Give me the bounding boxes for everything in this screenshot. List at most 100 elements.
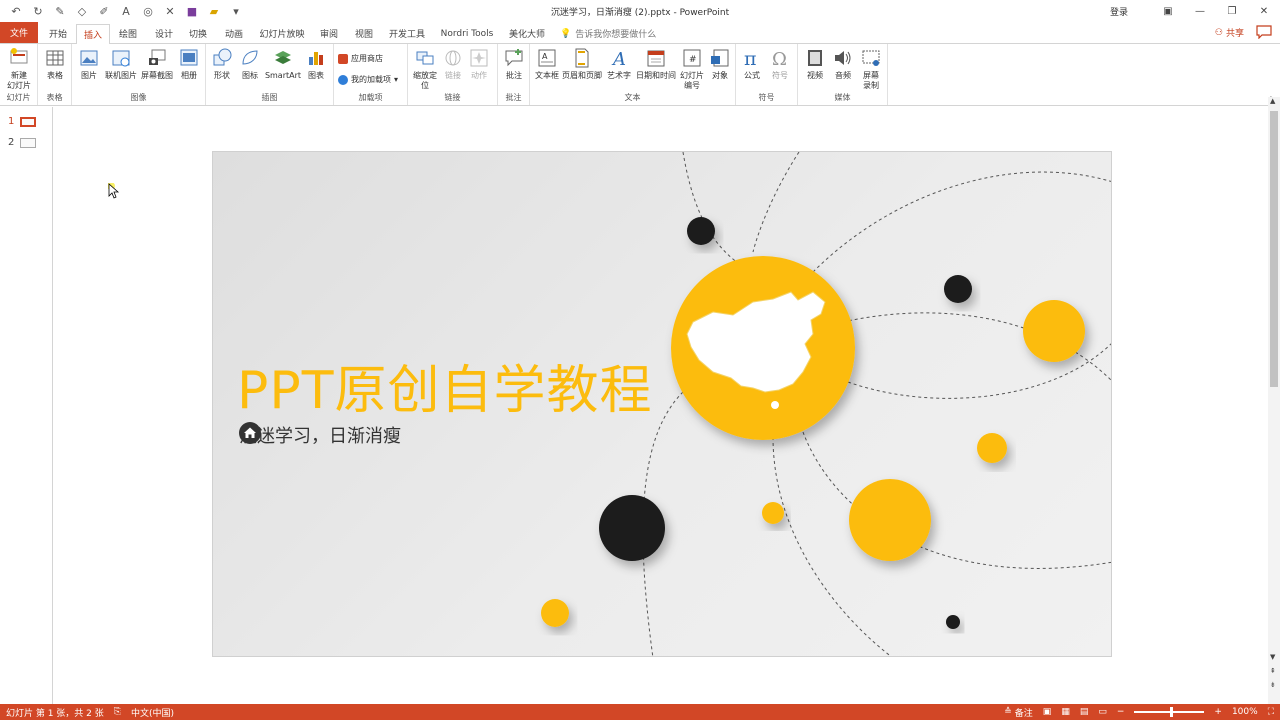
shape-effects-icon[interactable]: ◎ — [140, 3, 156, 19]
decor-circle — [944, 275, 972, 303]
tab-slideshow[interactable]: 幻灯片放映 — [258, 24, 306, 43]
decor-circle — [541, 599, 569, 627]
header-footer-button[interactable]: 页眉和页脚 — [560, 47, 604, 81]
new-slide-button[interactable]: 新建 幻灯片 — [3, 47, 35, 91]
slide-subtitle[interactable]: 沉迷学习，日渐消瘦 — [239, 422, 401, 448]
notes-button[interactable]: ≙ 备注 — [1004, 706, 1033, 719]
customize-qat-icon[interactable]: ▾ — [228, 3, 244, 19]
wordart-icon: A — [611, 49, 626, 69]
scroll-down-icon[interactable]: ▼ — [1270, 653, 1275, 661]
tab-file[interactable]: 文件 — [0, 22, 38, 43]
tab-view[interactable]: 视图 — [350, 24, 378, 43]
comment-label: 批注 — [506, 71, 522, 80]
tab-home[interactable]: 开始 — [44, 24, 72, 43]
smartart-icon — [275, 51, 291, 64]
tab-design[interactable]: 设计 — [150, 24, 178, 43]
tab-animations[interactable]: 动画 — [220, 24, 248, 43]
decor-circle — [849, 479, 931, 561]
smartart-button[interactable]: SmartArt — [264, 47, 302, 81]
normal-view-icon[interactable]: ▣ — [1043, 707, 1052, 717]
previous-slide-icon[interactable]: ⇞ — [1270, 667, 1276, 675]
icons-button[interactable]: 图标 — [238, 47, 262, 81]
tab-insert[interactable]: 插入 — [76, 24, 110, 44]
table-button[interactable]: 表格 — [44, 47, 66, 81]
wordart-button[interactable]: A 艺术字 — [606, 47, 632, 81]
zoom-out-icon[interactable]: − — [1117, 707, 1125, 717]
current-slide[interactable]: PPT原创自学教程 沉迷学习，日渐消瘦 — [212, 151, 1112, 657]
vertical-scrollbar[interactable]: ▲ ▼ ⇞ ⇟ — [1268, 97, 1280, 705]
scrollbar-thumb[interactable] — [1270, 111, 1278, 387]
zoom-in-icon[interactable]: + — [1214, 707, 1222, 717]
undo-icon[interactable]: ↶ — [8, 3, 24, 19]
window-controls: 登录 ▣ — ❐ ✕ — [1110, 0, 1280, 22]
comments-icon[interactable] — [1256, 25, 1272, 39]
screen-recording-label: 屏幕 录制 — [863, 71, 879, 90]
scroll-up-icon[interactable]: ▲ — [1270, 97, 1275, 105]
zoom-level[interactable]: 100% — [1232, 707, 1258, 717]
group-label-links: 链接 — [444, 93, 461, 102]
tab-nordri-tools[interactable]: Nordri Tools — [438, 24, 496, 43]
format-painter-icon[interactable]: ✎ — [52, 3, 68, 19]
close-icon[interactable]: ✕ — [1248, 0, 1280, 22]
slide-thumbnail-2[interactable]: 2 — [8, 137, 36, 148]
share-button[interactable]: ⚇ 共享 — [1215, 26, 1244, 40]
equation-button[interactable]: π 公式 — [740, 47, 764, 81]
font-color-icon[interactable]: A — [118, 3, 134, 19]
slideshow-view-icon[interactable]: ▭ — [1098, 707, 1107, 717]
zoom-button[interactable]: 缩放定 位 — [410, 47, 440, 91]
minimize-icon[interactable]: — — [1184, 0, 1216, 22]
redo-icon[interactable]: ↻ — [30, 3, 46, 19]
video-button[interactable]: 视频 — [802, 47, 828, 81]
link-button[interactable]: 链接 — [442, 47, 464, 81]
store-button[interactable]: 应用商店 — [338, 53, 383, 64]
tab-beautify[interactable]: 美化大师 — [506, 24, 548, 43]
chart-button[interactable]: 图表 — [304, 47, 328, 81]
my-addins-button[interactable]: 我的加载项 ▾ — [338, 74, 398, 85]
cut-icon[interactable]: ✕ — [162, 3, 178, 19]
svg-text:#: # — [689, 55, 697, 65]
next-slide-icon[interactable]: ⇟ — [1270, 681, 1276, 689]
zoom-slider[interactable] — [1134, 707, 1205, 717]
album-button[interactable]: 相册 — [176, 47, 202, 81]
open-folder-icon[interactable]: ▰ — [206, 3, 222, 19]
group-label-symbols: 符号 — [758, 93, 775, 102]
tell-me-search[interactable]: 💡 告诉我你想要做什么 — [560, 27, 656, 41]
reading-view-icon[interactable]: ▤ — [1080, 707, 1089, 717]
restore-icon[interactable]: ❐ — [1216, 0, 1248, 22]
object-button[interactable]: 对象 — [708, 47, 732, 81]
language-indicator[interactable]: 中文(中国) — [131, 706, 174, 719]
slide-thumbnail-1[interactable]: 1 — [8, 116, 36, 127]
zoom-slider-knob[interactable] — [1170, 707, 1174, 717]
comment-button[interactable]: 批注 — [502, 47, 526, 81]
sign-in-link[interactable]: 登录 — [1110, 5, 1128, 18]
new-slide-icon — [10, 48, 28, 64]
spellcheck-icon[interactable]: ⎘ — [114, 707, 121, 717]
audio-button[interactable]: 音频 — [830, 47, 856, 81]
slide-number-button[interactable]: # 幻灯片 编号 — [678, 47, 706, 91]
slide-title[interactable]: PPT原创自学教程 — [237, 348, 652, 423]
online-picture-button[interactable]: 联机图片 — [104, 47, 138, 81]
ribbon-display-options-icon[interactable]: ▣ — [1152, 0, 1184, 22]
picture-button[interactable]: 图片 — [78, 47, 100, 81]
screenshot-button[interactable]: 屏幕截图 — [140, 47, 174, 81]
slide-sorter-icon[interactable]: ▦ — [1061, 707, 1070, 717]
screen-recording-button[interactable]: 屏幕 录制 — [858, 47, 884, 91]
shape-outline-icon[interactable]: ✐ — [96, 3, 112, 19]
group-label-comments: 批注 — [505, 93, 522, 102]
textbox-button[interactable]: A 文本框 — [534, 47, 560, 81]
link-icon — [445, 50, 461, 66]
fit-to-window-icon[interactable]: ⛶ — [1268, 707, 1274, 717]
save-icon[interactable]: ■ — [184, 3, 200, 19]
tab-draw[interactable]: 绘图 — [114, 24, 142, 43]
shape-fill-icon[interactable]: ◇ — [74, 3, 90, 19]
datetime-button[interactable]: 日期和时间 — [634, 47, 678, 81]
tab-transitions[interactable]: 切换 — [184, 24, 212, 43]
video-label: 视频 — [807, 71, 823, 80]
tab-review[interactable]: 审阅 — [315, 24, 343, 43]
tab-developer[interactable]: 开发工具 — [386, 24, 428, 43]
action-button[interactable]: 动作 — [468, 47, 490, 81]
shapes-button[interactable]: 形状 — [210, 47, 234, 81]
slide-number-label: 幻灯片 编号 — [680, 71, 704, 90]
symbol-button[interactable]: Ω 符号 — [768, 47, 792, 81]
album-icon — [180, 49, 198, 66]
